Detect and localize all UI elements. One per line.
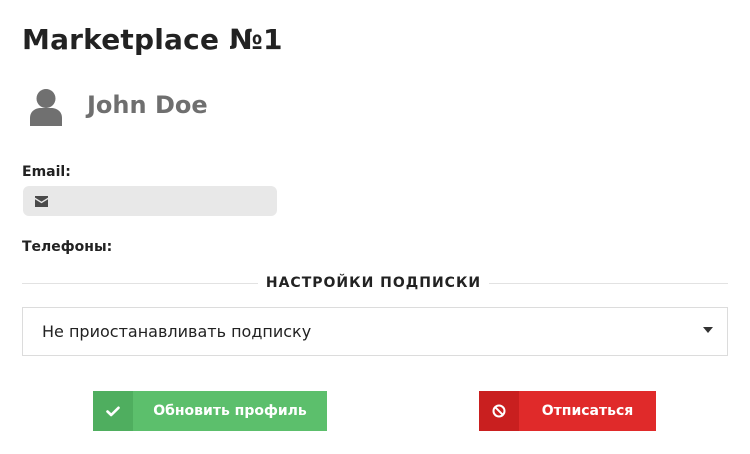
update-profile-label: Обновить профиль bbox=[153, 403, 307, 419]
unsubscribe-label: Отписаться bbox=[541, 403, 634, 419]
subscription-select[interactable]: Не приостанавливать подписку bbox=[22, 307, 728, 356]
subscription-settings-heading: НАСТРОЙКИ ПОДПИСКИ bbox=[265, 275, 482, 291]
ban-icon bbox=[492, 404, 506, 418]
email-label: Email: bbox=[22, 164, 71, 180]
check-icon bbox=[106, 406, 120, 416]
user-name: John Doe bbox=[87, 91, 208, 119]
section-divider-right bbox=[489, 283, 728, 284]
unsubscribe-button[interactable]: Отписаться bbox=[479, 391, 656, 431]
email-input[interactable] bbox=[57, 186, 272, 216]
email-field[interactable] bbox=[23, 186, 277, 216]
caret-down-icon bbox=[703, 327, 713, 333]
phones-label: Телефоны: bbox=[22, 239, 113, 255]
update-icon-box bbox=[93, 391, 133, 431]
section-divider-left bbox=[22, 283, 258, 284]
envelope-icon bbox=[35, 196, 48, 207]
subscription-selected-value: Не приостанавливать подписку bbox=[42, 322, 312, 341]
user-icon bbox=[30, 89, 62, 126]
update-profile-button[interactable]: Обновить профиль bbox=[93, 391, 327, 431]
page-title: Marketplace №1 bbox=[22, 23, 283, 56]
unsubscribe-icon-box bbox=[479, 391, 519, 431]
user-header: John Doe bbox=[28, 86, 428, 126]
